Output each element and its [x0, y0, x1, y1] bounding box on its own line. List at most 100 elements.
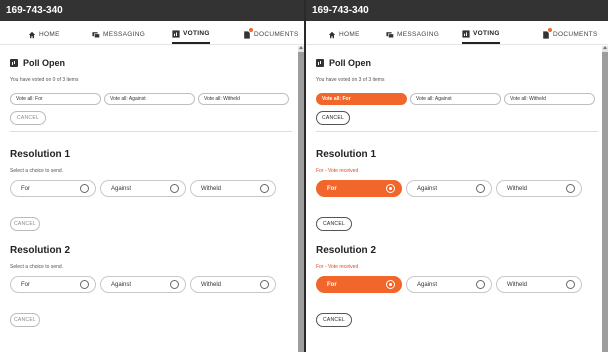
voting-icon: [172, 29, 180, 38]
tab-voting-label: VOTING: [473, 30, 500, 37]
choice-for[interactable]: For: [316, 180, 402, 197]
messaging-icon: [386, 31, 394, 38]
choice-label: Witheld: [201, 281, 222, 288]
radio-icon: [476, 280, 485, 289]
resolution-status: Select a choice to send.: [10, 264, 64, 270]
tab-voting[interactable]: VOTING: [172, 25, 210, 44]
cancel-vote-button[interactable]: CANCEL: [10, 217, 40, 231]
resolution-title: Resolution 1: [10, 149, 71, 160]
home-icon: [28, 31, 36, 38]
divider: [10, 131, 292, 132]
choice-against[interactable]: Against: [100, 276, 186, 293]
radio-selected-icon: [386, 184, 395, 193]
meeting-id-bar: 169-743-340: [306, 0, 608, 21]
choice-label: Against: [111, 185, 132, 192]
scrollbar-thumb[interactable]: [298, 52, 304, 352]
choice-label: Against: [111, 281, 132, 288]
voted-progress-text: You have voted on 3 of 3 items: [316, 77, 385, 83]
resolution-title: Resolution 1: [316, 149, 377, 160]
cancel-all-button[interactable]: CANCEL: [316, 111, 350, 125]
vote-all-row: Vote all: For Vote all: Against Vote all…: [10, 93, 298, 105]
radio-icon: [260, 184, 269, 193]
poll-icon: [10, 59, 18, 67]
choice-label: For: [21, 281, 30, 288]
poll-icon: [316, 59, 324, 67]
scrollbar[interactable]: [602, 46, 608, 352]
poll-title: Poll Open: [23, 58, 66, 68]
choice-for[interactable]: For: [10, 180, 96, 197]
tab-messaging-label: MESSAGING: [397, 31, 440, 38]
choice-witheld[interactable]: Witheld: [496, 276, 582, 293]
vote-all-for-button[interactable]: Vote all: For: [316, 93, 407, 105]
choice-witheld[interactable]: Witheld: [496, 180, 582, 197]
messaging-icon: [92, 31, 100, 38]
notification-badge: [249, 27, 253, 32]
choice-against[interactable]: Against: [406, 276, 492, 293]
resolution-choices: For Against Witheld: [316, 276, 604, 293]
vote-all-witheld-button[interactable]: Vote all: Witheld: [198, 93, 289, 105]
resolution-choices: For Against Witheld: [10, 276, 298, 293]
radio-selected-icon: [386, 280, 395, 289]
tab-documents-label: DOCUMENTS: [254, 31, 299, 38]
tab-documents-label: DOCUMENTS: [553, 31, 598, 38]
resolution-title: Resolution 2: [10, 245, 71, 256]
vote-all-row: Vote all: For Vote all: Against Vote all…: [316, 93, 604, 105]
choice-witheld[interactable]: Witheld: [190, 276, 276, 293]
document-icon: [243, 27, 253, 39]
scroll-up-icon[interactable]: [299, 46, 303, 49]
scrollbar[interactable]: [298, 46, 304, 352]
resolution-status: For - Vote received: [316, 264, 359, 270]
choice-against[interactable]: Against: [100, 180, 186, 197]
choice-label: Witheld: [507, 281, 528, 288]
scroll-up-icon[interactable]: [603, 46, 607, 49]
tab-documents[interactable]: DOCUMENTS: [542, 25, 598, 44]
resolution-status: Select a choice to send.: [10, 168, 64, 174]
choice-label: Witheld: [201, 185, 222, 192]
cancel-vote-button[interactable]: CANCEL: [316, 313, 352, 327]
choice-label: Against: [417, 281, 438, 288]
resolution-title: Resolution 2: [316, 245, 377, 256]
radio-icon: [260, 280, 269, 289]
notification-badge: [548, 27, 552, 32]
radio-icon: [566, 184, 575, 193]
vote-all-against-button[interactable]: Vote all: Against: [410, 93, 501, 105]
voted-progress-text: You have voted on 0 of 3 items: [10, 77, 79, 83]
tab-home[interactable]: HOME: [328, 25, 360, 44]
tab-messaging[interactable]: MESSAGING: [92, 25, 145, 44]
choice-against[interactable]: Against: [406, 180, 492, 197]
resolution-choices: For Against Witheld: [10, 180, 298, 197]
tab-documents[interactable]: DOCUMENTS: [243, 25, 299, 44]
cancel-all-button[interactable]: CANCEL: [10, 111, 46, 125]
vote-all-for-button[interactable]: Vote all: For: [10, 93, 101, 105]
vote-all-against-button[interactable]: Vote all: Against: [104, 93, 195, 105]
vote-all-witheld-button[interactable]: Vote all: Witheld: [504, 93, 595, 105]
choice-label: For: [327, 281, 337, 288]
cancel-vote-button[interactable]: CANCEL: [316, 217, 352, 231]
voting-content: Poll Open You have voted on 0 of 3 items…: [0, 46, 298, 327]
choice-label: Witheld: [507, 185, 528, 192]
poll-title: Poll Open: [329, 58, 372, 68]
radio-icon: [80, 184, 89, 193]
tab-home[interactable]: HOME: [28, 25, 60, 44]
choice-label: For: [21, 185, 30, 192]
tab-voting[interactable]: VOTING: [462, 25, 500, 44]
cancel-vote-button[interactable]: CANCEL: [10, 313, 40, 327]
nav-tabs: HOME MESSAGING VOTING DOCUMENTS: [0, 21, 304, 45]
tab-home-label: HOME: [339, 31, 360, 38]
choice-for[interactable]: For: [10, 276, 96, 293]
voting-panel-after: 169-743-340 HOME MESSAGING VOTING DOCUME…: [306, 0, 608, 352]
resolution-status: For - Vote received: [316, 168, 359, 174]
tab-messaging[interactable]: MESSAGING: [386, 25, 439, 44]
poll-header: Poll Open: [316, 58, 604, 68]
tab-messaging-label: MESSAGING: [103, 31, 146, 38]
radio-icon: [170, 280, 179, 289]
choice-witheld[interactable]: Witheld: [190, 180, 276, 197]
choice-label: For: [327, 185, 337, 192]
choice-for[interactable]: For: [316, 276, 402, 293]
tab-home-label: HOME: [39, 31, 60, 38]
scrollbar-thumb[interactable]: [602, 52, 608, 352]
nav-tabs: HOME MESSAGING VOTING DOCUMENTS: [306, 21, 608, 45]
tab-voting-label: VOTING: [183, 30, 210, 37]
radio-icon: [476, 184, 485, 193]
radio-icon: [566, 280, 575, 289]
